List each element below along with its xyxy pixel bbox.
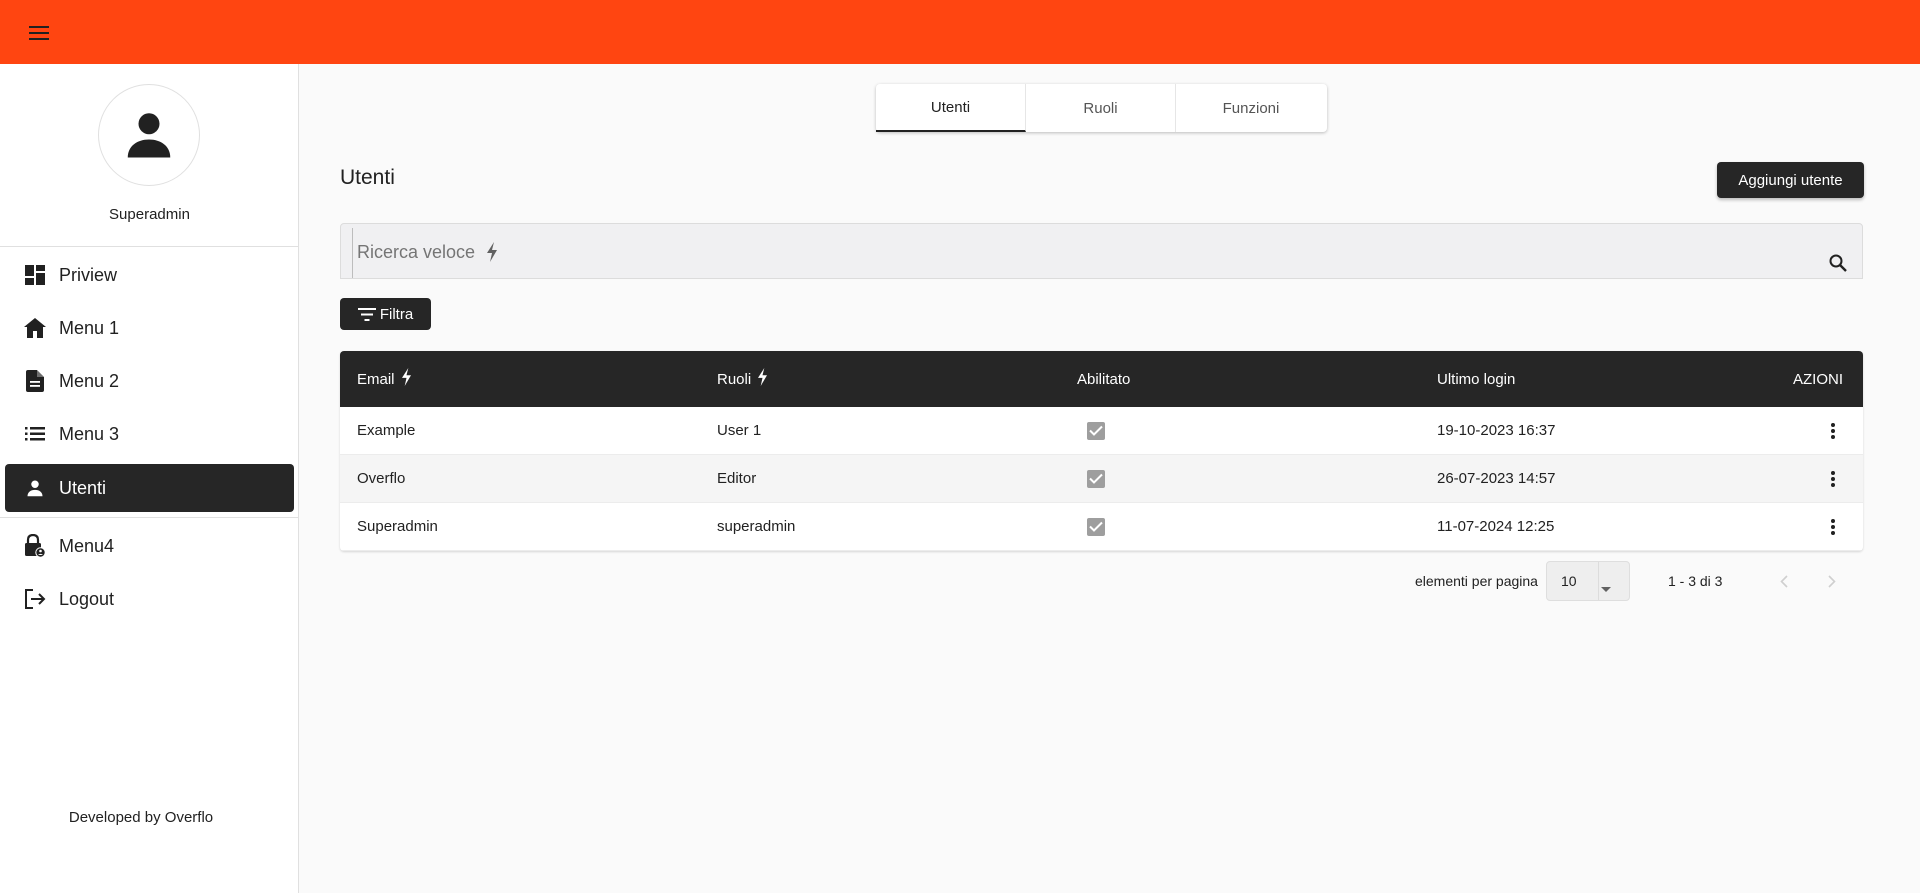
header-ruoli[interactable]: Ruoli [700, 368, 1060, 390]
sidebar-item-label: Utenti [59, 477, 107, 498]
next-page-icon[interactable] [1812, 561, 1852, 601]
tab-funzioni[interactable]: Funzioni [1176, 84, 1326, 132]
footer-credit: Developed by Overflo [68, 809, 214, 826]
sidebar-divider [0, 517, 299, 518]
sidebar-divider [0, 246, 299, 247]
sidebar-item-label: Menu4 [59, 535, 115, 556]
more-vert-icon[interactable] [1821, 419, 1845, 443]
search-caret [352, 228, 353, 278]
header-email[interactable]: Email [340, 368, 700, 390]
enabled-checkbox[interactable] [1087, 517, 1105, 536]
table-header: Email Ruoli Abilitato Ultimo login AZION… [340, 351, 1863, 407]
sidebar-item-menu4[interactable]: Menu4 [5, 522, 294, 570]
hamburger-menu-icon[interactable] [24, 20, 54, 46]
search-icon[interactable] [1829, 254, 1847, 277]
header-label: Ruoli [717, 370, 752, 388]
bolt-icon [401, 368, 412, 390]
per-page-label: elementi per pagina [1415, 573, 1538, 589]
tab-bar: Utenti Ruoli Funzioni [876, 84, 1327, 132]
more-vert-icon[interactable] [1821, 467, 1845, 491]
per-page-select[interactable]: 10 [1545, 561, 1630, 601]
dropdown-arrow-icon [1600, 579, 1611, 595]
cell-email: Superadmin [357, 518, 438, 535]
sidebar-item-priview[interactable]: Priview [5, 251, 294, 299]
header-label: AZIONI [1792, 370, 1843, 388]
avatar [98, 84, 200, 186]
filter-button-label: Filtra [379, 305, 414, 323]
top-bar [0, 0, 1920, 64]
header-abilitato: Abilitato [1060, 371, 1420, 388]
cell-role: Editor [717, 470, 757, 487]
cell-role: User 1 [717, 422, 762, 439]
profile-name: Superadmin [109, 206, 190, 223]
person-icon [23, 476, 47, 500]
sidebar-item-utenti[interactable]: Utenti [5, 464, 294, 512]
sidebar-item-label: Priview [59, 264, 118, 285]
check-icon [1089, 521, 1103, 532]
header-label: Email [357, 370, 395, 388]
table-row: Superadmin superadmin 11-07-2024 12:25 [340, 503, 1863, 551]
cell-enabled [1060, 469, 1420, 488]
table-row: Example User 1 19-10-2023 16:37 [340, 407, 1863, 455]
sidebar-item-label: Menu 1 [59, 317, 120, 338]
sidebar-item-menu-3[interactable]: Menu 3 [5, 410, 294, 458]
sidebar-item-label: Logout [59, 588, 115, 609]
previous-page-icon[interactable] [1764, 561, 1804, 601]
cell-email: Example [357, 422, 416, 439]
sidebar-item-menu-1[interactable]: Menu 1 [5, 304, 294, 352]
paginator: elementi per pagina 10 1 - 3 di 3 [1415, 559, 1852, 603]
users-table: Email Ruoli Abilitato Ultimo login AZION… [340, 351, 1863, 551]
select-divider [1597, 562, 1599, 600]
cell-actions [1720, 419, 1863, 443]
cell-last-login: 11-07-2024 12:25 [1437, 518, 1555, 535]
cell-last-login: 19-10-2023 16:37 [1437, 422, 1556, 439]
cell-enabled [1060, 517, 1420, 536]
sidebar-item-logout[interactable]: Logout [5, 575, 294, 623]
tab-utenti[interactable]: Utenti [876, 84, 1026, 132]
cell-email: Overflo [357, 470, 406, 487]
quick-search-field [340, 223, 1863, 280]
bolt-icon [486, 242, 498, 267]
page-range: 1 - 3 di 3 [1667, 573, 1723, 589]
cell-role: superadmin [717, 518, 796, 535]
document-icon [23, 369, 47, 393]
search-input[interactable] [355, 224, 1815, 280]
cell-actions [1720, 467, 1863, 491]
per-page-value: 10 [1560, 573, 1577, 589]
sidebar-item-menu-2[interactable]: Menu 2 [5, 357, 294, 405]
filter-icon [357, 307, 376, 321]
cell-actions [1720, 515, 1863, 539]
header-label: Ultimo login [1437, 370, 1516, 388]
cell-last-login: 26-07-2023 14:57 [1437, 470, 1556, 487]
page-title: Utenti [340, 166, 395, 189]
check-icon [1089, 425, 1103, 436]
header-label: Abilitato [1077, 370, 1131, 388]
cell-enabled [1060, 421, 1420, 440]
enabled-checkbox[interactable] [1087, 421, 1105, 440]
filter-button[interactable]: Filtra [340, 298, 431, 330]
lock-person-icon [23, 534, 47, 558]
add-user-button[interactable]: Aggiungi utente [1717, 162, 1864, 198]
check-icon [1089, 473, 1103, 484]
home-icon [23, 316, 47, 340]
logout-icon [23, 587, 47, 611]
list-icon [23, 422, 47, 446]
enabled-checkbox[interactable] [1087, 469, 1105, 488]
header-ultimo-login: Ultimo login [1420, 371, 1720, 388]
table-row: Overflo Editor 26-07-2023 14:57 [340, 455, 1863, 503]
sidebar-item-label: Menu 2 [59, 370, 120, 391]
person-icon [127, 113, 171, 158]
header-azioni: AZIONI [1720, 371, 1863, 388]
sidebar-item-label: Menu 3 [59, 423, 120, 444]
tab-ruoli[interactable]: Ruoli [1026, 84, 1176, 132]
bolt-icon [757, 368, 768, 390]
sidebar: Superadmin Priview Menu 1 Menu 2 Menu 3 … [0, 64, 299, 893]
dashboard-icon [23, 263, 47, 287]
more-vert-icon[interactable] [1821, 515, 1845, 539]
